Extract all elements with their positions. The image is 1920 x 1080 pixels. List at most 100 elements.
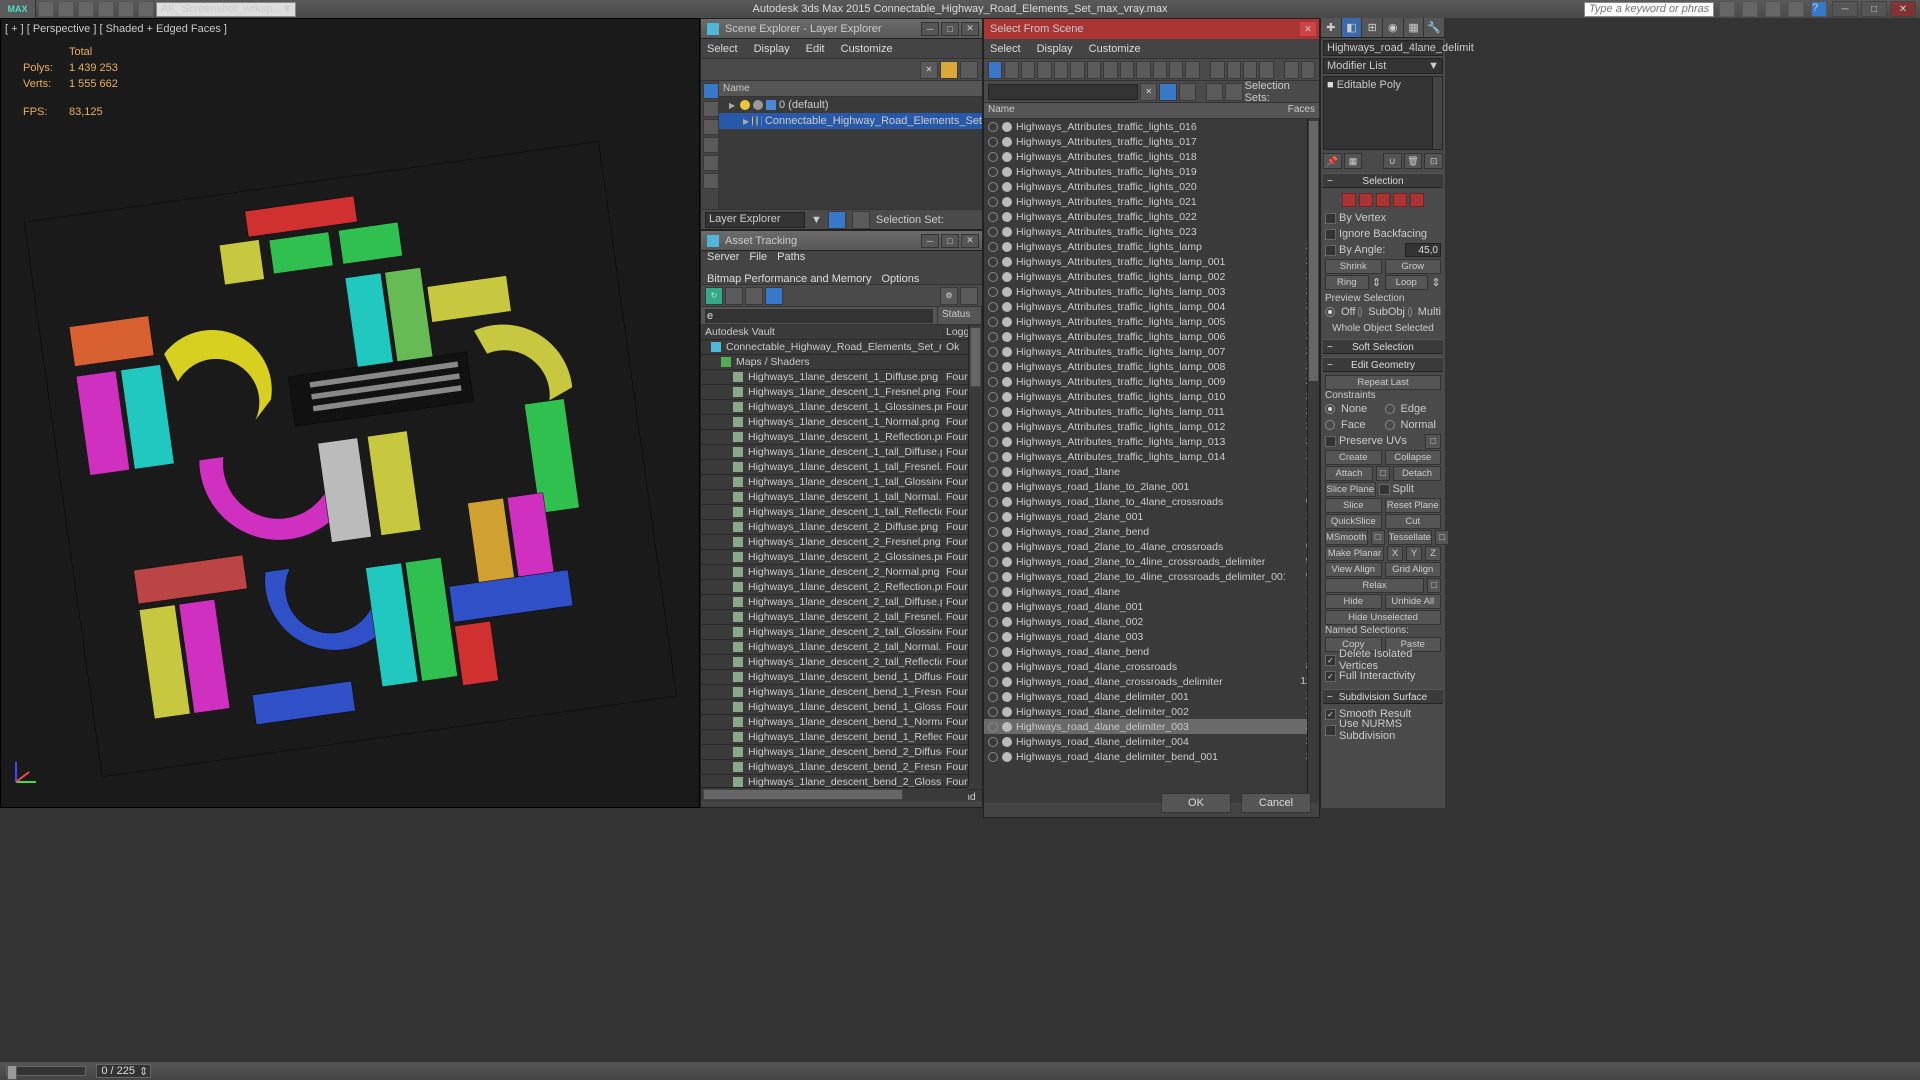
object-row[interactable]: Highways_Attributes_traffic_lights_0178 bbox=[984, 134, 1319, 149]
repeat-last-button[interactable]: Repeat Last bbox=[1325, 375, 1441, 390]
asset-group-row[interactable]: Maps / Shaders bbox=[701, 355, 982, 370]
visibility-icon[interactable] bbox=[988, 407, 998, 417]
layer-icon[interactable] bbox=[828, 211, 846, 229]
asset-row[interactable]: Highways_1lane_descent_2_tall_Normal.png… bbox=[701, 640, 982, 655]
asset-row[interactable]: Highways_1lane_descent_2_tall_Reflection… bbox=[701, 655, 982, 670]
layer-add-icon[interactable] bbox=[852, 211, 870, 229]
asset-row[interactable]: Highways_1lane_descent_1_Fresnel.pngFoun… bbox=[701, 385, 982, 400]
visibility-icon[interactable] bbox=[988, 617, 998, 627]
object-row[interactable]: Highways_road_4lane_crossroads_delimiter… bbox=[984, 674, 1319, 689]
object-row[interactable]: Highways_road_4lane_bend19 bbox=[984, 644, 1319, 659]
create-button[interactable]: Create bbox=[1325, 450, 1382, 465]
constraint-normal-radio[interactable] bbox=[1385, 420, 1395, 430]
link-icon[interactable] bbox=[138, 1, 154, 17]
asset-row[interactable]: Highways_1lane_descent_2_Glossines.pngFo… bbox=[701, 550, 982, 565]
asset-row[interactable]: Highways_1lane_descent_1_tall_Fresnel.pn… bbox=[701, 460, 982, 475]
object-row[interactable]: Highways_Attributes_traffic_lights_lamp2… bbox=[984, 239, 1319, 254]
visibility-icon[interactable] bbox=[988, 437, 998, 447]
planar-y-button[interactable]: Y bbox=[1406, 546, 1422, 561]
menu-item[interactable]: Edit bbox=[806, 43, 825, 55]
visibility-icon[interactable] bbox=[740, 100, 750, 110]
remove-icon[interactable]: 🗑 bbox=[1404, 153, 1423, 169]
asset-row[interactable]: Highways_1lane_descent_1_Reflection.pngF… bbox=[701, 430, 982, 445]
detach-button[interactable]: Detach bbox=[1393, 466, 1441, 481]
close-icon[interactable]: ✕ bbox=[1300, 22, 1316, 36]
object-row[interactable]: Highways_Attributes_traffic_lights_0168 bbox=[984, 119, 1319, 134]
asset-row[interactable]: Highways_1lane_descent_bend_1_Reflection… bbox=[701, 730, 982, 745]
tool-icon[interactable] bbox=[1021, 61, 1035, 79]
tool-icon[interactable] bbox=[1227, 61, 1241, 79]
object-row[interactable]: Highways_Attributes_traffic_lights_lamp_… bbox=[984, 329, 1319, 344]
make-planar-button[interactable]: Make Planar bbox=[1325, 546, 1384, 561]
object-row[interactable]: Highways_Attributes_traffic_lights_0238 bbox=[984, 224, 1319, 239]
visibility-icon[interactable] bbox=[988, 512, 998, 522]
rollout-header[interactable]: Selection bbox=[1323, 173, 1443, 188]
preserve-settings-button[interactable]: □ bbox=[1425, 434, 1441, 449]
asset-row[interactable]: Highways_1lane_descent_2_tall_Glossines.… bbox=[701, 625, 982, 640]
minimize-button[interactable]: ─ bbox=[1832, 1, 1858, 17]
tool-icon[interactable] bbox=[1037, 61, 1051, 79]
cancel-button[interactable]: Cancel bbox=[1241, 793, 1311, 813]
frame-counter[interactable]: ⇕ bbox=[96, 1064, 151, 1078]
visibility-icon[interactable] bbox=[988, 572, 998, 582]
object-row[interactable]: Highways_Attributes_traffic_lights_0198 bbox=[984, 164, 1319, 179]
visibility-icon[interactable] bbox=[988, 362, 998, 372]
configure-icon[interactable]: ⊡ bbox=[1424, 153, 1443, 169]
object-row[interactable]: Highways_Attributes_traffic_lights_0188 bbox=[984, 149, 1319, 164]
object-row[interactable]: Highways_road_4lane18 bbox=[984, 584, 1319, 599]
visibility-icon[interactable] bbox=[988, 587, 998, 597]
layer-row[interactable]: ▶Connectable_Highway_Road_Elements_Set bbox=[719, 113, 982, 129]
column-name[interactable]: Name bbox=[984, 103, 1279, 118]
asset-vertical-scrollbar[interactable] bbox=[968, 325, 982, 787]
asset-search[interactable] bbox=[705, 309, 933, 323]
visibility-icon[interactable] bbox=[988, 302, 998, 312]
asset-row[interactable]: Highways_1lane_descent_1_Diffuse.pngFoun… bbox=[701, 370, 982, 385]
new-icon[interactable] bbox=[38, 1, 54, 17]
delete-isolated-checkbox[interactable]: ✓ bbox=[1325, 655, 1336, 666]
save-icon[interactable] bbox=[78, 1, 94, 17]
tool-icon[interactable] bbox=[1185, 61, 1199, 79]
angle-spinner[interactable] bbox=[1405, 243, 1441, 257]
layer-explorer-dropdown[interactable]: Layer Explorer bbox=[705, 212, 805, 228]
constraint-face-radio[interactable] bbox=[1325, 420, 1335, 430]
split-checkbox[interactable] bbox=[1379, 484, 1390, 495]
visibility-icon[interactable] bbox=[988, 632, 998, 642]
clear-icon[interactable]: ✕ bbox=[920, 61, 938, 79]
object-row[interactable]: Highways_road_2lane_to_4lane_crossroads6… bbox=[984, 539, 1319, 554]
freeze-icon[interactable] bbox=[753, 100, 763, 110]
close-icon[interactable]: ✕ bbox=[961, 22, 979, 36]
modifier-list-dropdown[interactable]: Modifier List▼ bbox=[1323, 58, 1443, 74]
menu-item[interactable]: File bbox=[749, 251, 767, 263]
constraint-none-radio[interactable] bbox=[1325, 404, 1335, 414]
asset-row[interactable]: Highways_1lane_descent_2_tall_Diffuse.pn… bbox=[701, 595, 982, 610]
preview-off-radio[interactable] bbox=[1325, 307, 1335, 317]
ignore-backfacing-checkbox[interactable] bbox=[1325, 229, 1336, 240]
maximize-icon[interactable]: □ bbox=[941, 234, 959, 248]
tool-icon[interactable] bbox=[1259, 61, 1273, 79]
object-row[interactable]: Highways_Attributes_traffic_lights_lamp_… bbox=[984, 299, 1319, 314]
object-row[interactable]: Highways_road_2lane_to_4line_crossroads_… bbox=[984, 569, 1319, 584]
workspace-dropdown[interactable]: AK_Screenshot_wrksp...▼ bbox=[156, 2, 296, 17]
collapse-button[interactable]: Collapse bbox=[1385, 450, 1442, 465]
menu-item[interactable]: Options bbox=[881, 273, 919, 285]
grid-align-button[interactable]: Grid Align bbox=[1385, 562, 1442, 577]
constraint-edge-radio[interactable] bbox=[1385, 404, 1395, 414]
visibility-icon[interactable] bbox=[988, 647, 998, 657]
visibility-icon[interactable] bbox=[988, 227, 998, 237]
visibility-icon[interactable] bbox=[752, 116, 753, 126]
ring-button[interactable]: Ring bbox=[1325, 275, 1369, 290]
visibility-icon[interactable] bbox=[988, 482, 998, 492]
visibility-icon[interactable] bbox=[988, 527, 998, 537]
asset-row[interactable]: Highways_1lane_descent_2_Reflection.pngF… bbox=[701, 580, 982, 595]
object-row[interactable]: Highways_Attributes_traffic_lights_lamp_… bbox=[984, 254, 1319, 269]
object-row[interactable]: Highways_road_1lane_to_2lane_00113 bbox=[984, 479, 1319, 494]
visibility-icon[interactable] bbox=[988, 557, 998, 567]
pin-icon[interactable]: 📌 bbox=[1323, 153, 1342, 169]
filter-icon[interactable] bbox=[940, 61, 958, 79]
asset-row[interactable]: Highways_1lane_descent_bend_1_Glossines.… bbox=[701, 700, 982, 715]
column-faces[interactable]: Faces bbox=[1279, 103, 1319, 118]
visibility-icon[interactable] bbox=[988, 272, 998, 282]
tool-icon[interactable] bbox=[1070, 61, 1084, 79]
scene-explorer-tree[interactable]: Name ▶0 (default)▶Connectable_Highway_Ro… bbox=[719, 81, 982, 209]
layer-icon[interactable] bbox=[1206, 83, 1223, 101]
